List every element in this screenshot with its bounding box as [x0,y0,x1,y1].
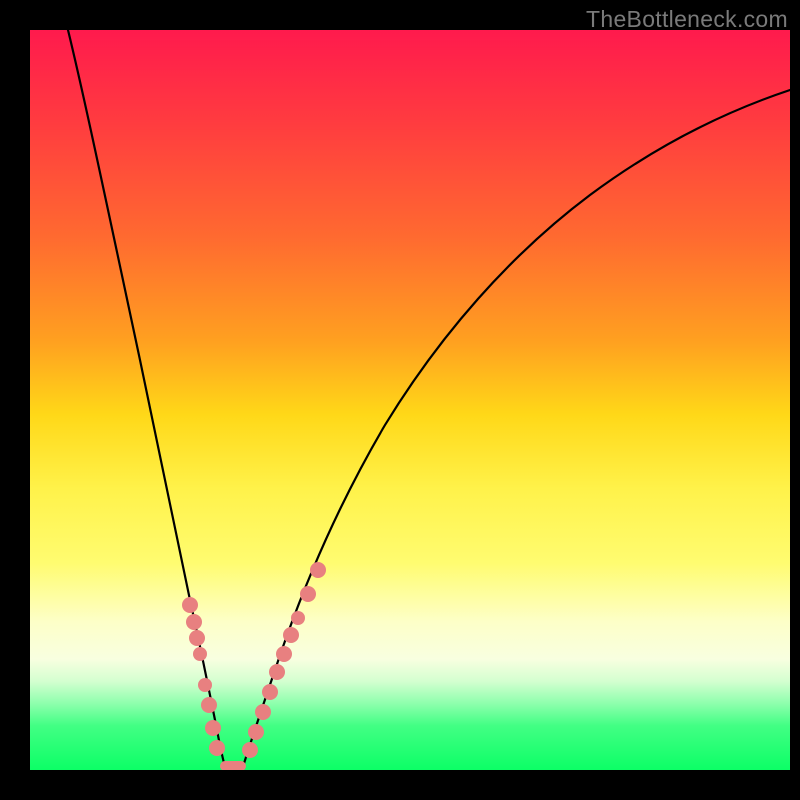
plot-area [30,30,790,770]
watermark-text: TheBottleneck.com [586,6,788,33]
curve-right-branch [242,90,790,770]
curve-svg [30,30,790,770]
chart-frame: TheBottleneck.com [0,0,800,800]
